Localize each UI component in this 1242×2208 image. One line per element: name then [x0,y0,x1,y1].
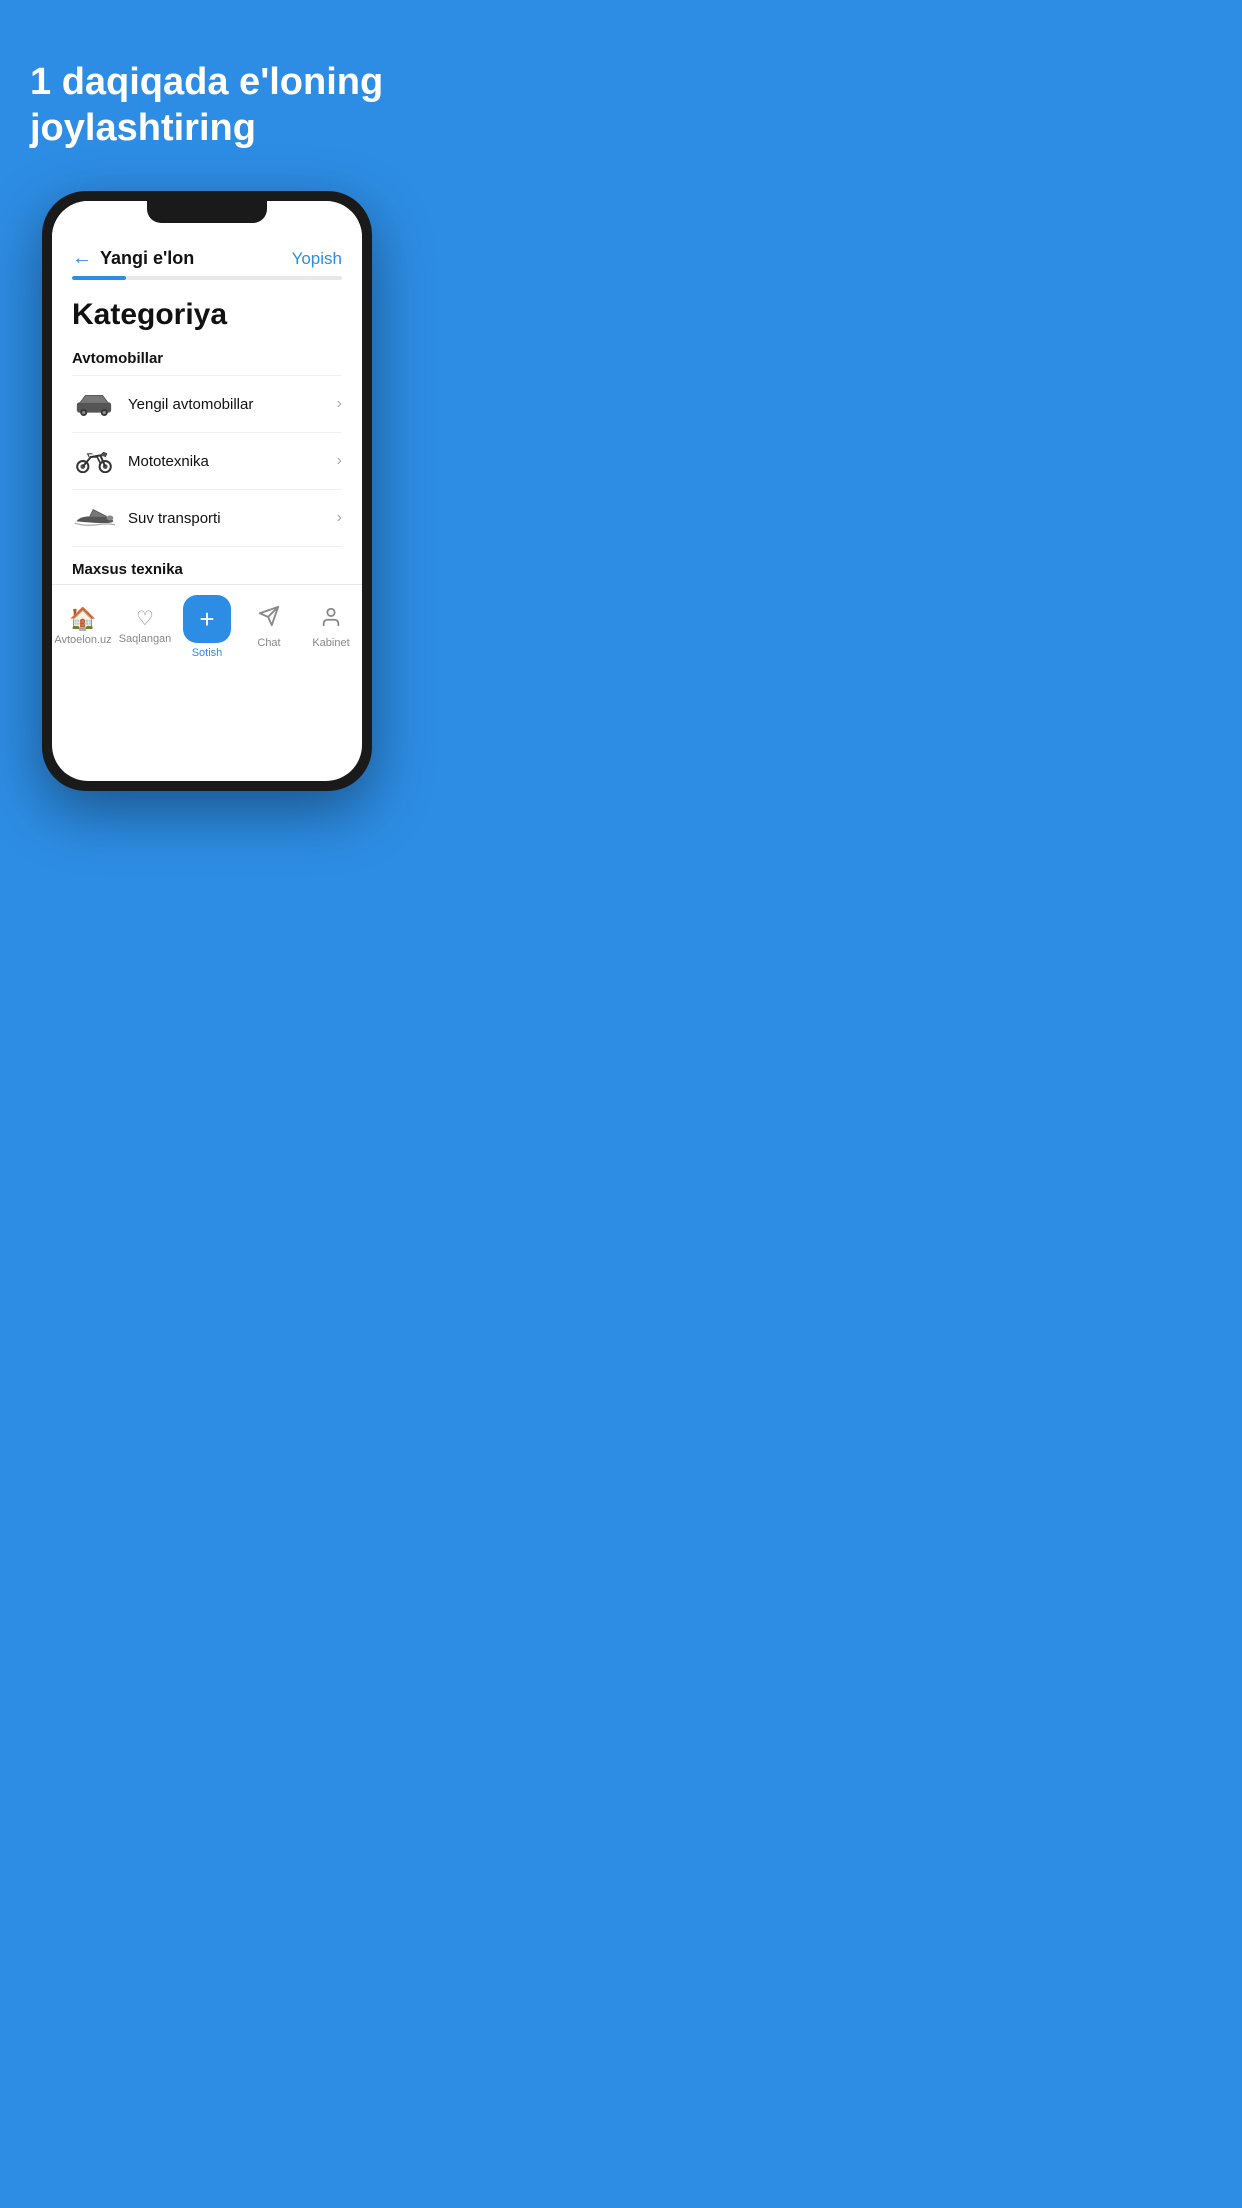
header-left: ← Yangi e'lon [72,247,194,270]
category-item-left: Yengil avtomobillar [72,390,253,418]
sotish-button[interactable]: + [183,595,231,643]
back-button[interactable]: ← [72,247,92,270]
progress-fill [72,276,126,280]
phone-notch [147,201,267,223]
send-icon [258,605,280,633]
headline: 1 daqiqada e'loning joylashtiring [30,60,384,151]
category-item-left: Mototexnika [72,447,209,475]
nav-item-saved[interactable]: ♡ Saqlangan [115,609,175,645]
progress-bar-container [52,276,362,280]
house-icon: 🏠 [69,608,96,630]
bottom-nav: 🏠 Avtoelon.uz ♡ Saqlangan + Sotish [52,584,362,675]
page-background: 1 daqiqada e'loning joylashtiring ← Yang… [0,0,414,2208]
car-icon [72,390,116,418]
nav-item-home[interactable]: 🏠 Avtoelon.uz [53,608,113,646]
nav-item-chat[interactable]: Chat [239,605,299,649]
nav-label-sotish: Sotish [192,647,223,659]
kategoriya-title: Kategoriya [72,298,342,332]
phone-frame: ← Yangi e'lon Yopish Kategoriya Avtomobi… [42,191,372,791]
list-item[interactable]: Suv transporti › [72,489,342,546]
nav-item-sotish[interactable]: + Sotish [177,595,237,659]
headline-line1: 1 daqiqada e'loning [30,61,383,103]
headline-line2: joylashtiring [30,107,256,149]
category-name-yengil: Yengil avtomobillar [128,396,253,413]
screen-body: Kategoriya Avtomobillar [52,282,362,584]
chevron-right-icon: › [337,395,342,413]
moto-icon [72,447,116,475]
list-item[interactable]: Yengil avtomobillar › [72,375,342,432]
chevron-right-icon: › [337,509,342,527]
section-avtomobillar: Avtomobillar [72,350,342,367]
page-title: Yangi e'lon [100,248,194,269]
progress-track [72,276,342,280]
nav-label-saved: Saqlangan [119,633,172,645]
list-item[interactable]: Mototexnika › [72,432,342,489]
nav-label-chat: Chat [257,637,280,649]
nav-label-home: Avtoelon.uz [54,634,111,646]
app-header: ← Yangi e'lon Yopish [52,237,362,276]
phone-screen: ← Yangi e'lon Yopish Kategoriya Avtomobi… [52,201,362,781]
nav-label-kabinet: Kabinet [312,637,349,649]
person-icon [320,606,342,633]
chevron-right-icon: › [337,452,342,470]
page-bottom [30,791,384,851]
category-name-moto: Mototexnika [128,453,209,470]
category-item-left: Suv transporti [72,504,221,532]
category-list: Yengil avtomobillar › [72,375,342,546]
boat-icon [72,504,116,532]
category-name-suv: Suv transporti [128,510,221,527]
nav-item-kabinet[interactable]: Kabinet [301,606,361,649]
phone-wrapper: ← Yangi e'lon Yopish Kategoriya Avtomobi… [30,191,384,791]
plus-icon: + [199,606,214,632]
close-button[interactable]: Yopish [292,249,342,269]
section-maxsus: Maxsus texnika [72,546,342,584]
heart-icon: ♡ [136,609,154,629]
